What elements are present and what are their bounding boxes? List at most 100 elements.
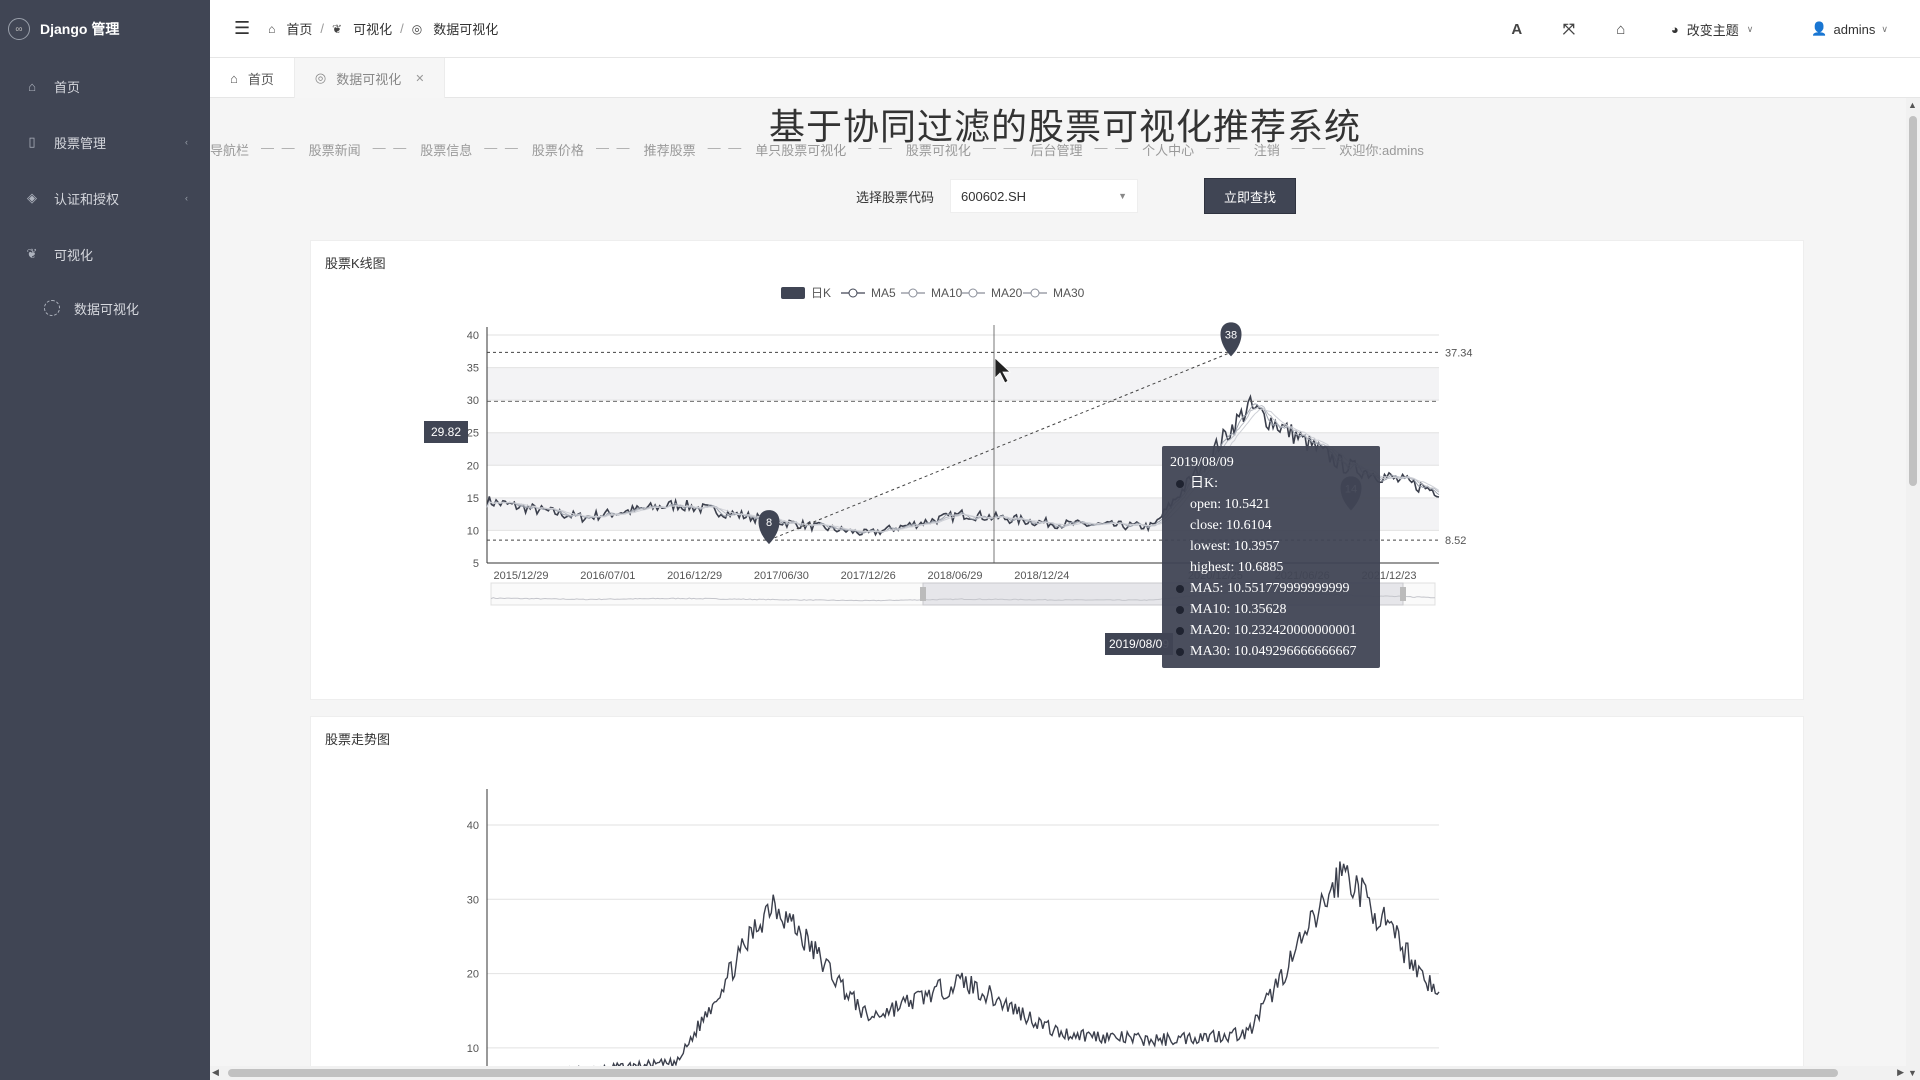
tooltip-ma5: MA5: 10.551779999999999 [1190,581,1350,596]
x-tick-label: 2017/12/26 [841,570,896,582]
nav-separator: — — [707,140,744,155]
y-tick-label: 25 [467,428,479,440]
site-nav-link[interactable]: 个人中心 [1142,140,1194,159]
home-link-icon[interactable]: ⌂ [1595,21,1647,38]
sidebar-item-label: 认证和授权 [54,191,120,207]
trend-chart[interactable]: 10 20 30 40 [311,717,1805,1068]
sidebar-item-label: 可视化 [54,247,94,263]
scroll-thumb[interactable] [1909,116,1917,486]
y-tick-label: 30 [467,395,479,407]
brand[interactable]: ∞ Django 管理 [0,0,210,58]
leaf-icon: ❦ [26,246,38,261]
sidebar-item-auth[interactable]: ◈ 认证和授权 ‹ [0,170,210,226]
circle-icon: ◎ [314,70,327,85]
user-dropdown[interactable]: 👤 admins ∨ [1811,21,1888,37]
font-size-icon[interactable]: A [1491,21,1543,38]
breadcrumb-home[interactable]: 首页 [286,19,312,38]
tooltip-row: 日K: [1170,473,1372,494]
breadcrumb-separator: / [320,21,325,36]
site-nav-link[interactable]: 单只股票可视化 [755,140,846,159]
kline-tooltip: 2019/08/09 日K: open: 10.5421 close: 10.6… [1162,446,1380,668]
legend-marker [908,288,918,298]
y-tick-label: 20 [467,969,479,981]
sidebar-item-label: 数据可视化 [74,301,140,317]
query-form: 选择股票代码 600602.SH ▼ 立即查找 [856,178,1297,214]
theme-dropdown[interactable]: ◕ 改变主题 ∨ [1671,20,1753,39]
sidebar-item-label: 股票管理 [54,135,107,151]
site-nav-link[interactable]: 推荐股票 [644,140,696,159]
tooltip-ma20: MA20: 10.232420000000001 [1190,623,1357,638]
sidebar-subitem-data-visualization[interactable]: 数据可视化 [0,282,210,334]
sidebar-item-home[interactable]: ⌂ 首页 [0,58,210,114]
site-nav-link[interactable]: 后台管理 [1030,140,1082,159]
vertical-scrollbar[interactable]: ▲ ▼ [1906,98,1920,1080]
nav-separator: — — [858,140,894,155]
palette-icon: ◕ [1670,21,1679,37]
circle-dashed-icon [44,300,60,316]
fullscreen-icon[interactable]: ⤧ [1543,21,1595,38]
tab-label: 数据可视化 [336,71,402,87]
tab-data-visualization[interactable]: ◎ 数据可视化 ✕ [294,58,446,98]
legend-label: MA10 [931,286,963,300]
scroll-left-icon[interactable]: ◀ [212,1067,219,1078]
site-nav-link[interactable]: 股票信息 [420,140,472,159]
scroll-thumb[interactable] [228,1069,1838,1077]
min-mark-label: 8 [766,517,772,529]
scroll-right-icon[interactable]: ▶ [1897,1067,1904,1078]
x-tick-label: 2018/12/24 [1014,570,1069,582]
search-button[interactable]: 立即查找 [1204,178,1297,214]
series-dot-icon [1176,647,1184,656]
tooltip-lowest: lowest: 10.3957 [1190,539,1280,554]
tooltip-ma10: MA10: 10.35628 [1190,602,1287,617]
tooltip-row: close: 10.6104 [1170,515,1372,536]
site-nav-link[interactable]: 欢迎你:admins [1339,140,1424,159]
home-icon: ⌂ [28,78,36,94]
nav-separator: — — [261,140,297,155]
scroll-down-icon[interactable]: ▼ [1908,1068,1917,1078]
menu-toggle-icon[interactable]: ☰ [234,18,250,39]
datazoom-handle-left [920,587,926,601]
y-tick-label: 40 [467,820,479,832]
series-dot-icon [1176,626,1184,635]
legend-swatch [781,287,805,299]
site-nav-link[interactable]: 导航栏 [210,140,249,159]
y-tick-label: 5 [473,558,479,570]
nav-separator: — — [595,140,632,155]
tooltip-highest: highest: 10.6885 [1190,560,1284,575]
theme-label: 改变主题 [1686,22,1739,38]
kline-chart[interactable]: 日K MA5 MA10 MA20 MA30 5 10 15 20 25 30 35 40 2015/12/… [311,241,1805,701]
scroll-up-icon[interactable]: ▲ [1908,100,1917,110]
sidebar-item-label: 首页 [54,79,81,95]
y-tick-label: 35 [467,363,479,375]
tooltip-close: close: 10.6104 [1190,518,1272,533]
breadcrumb-visualization[interactable]: 可视化 [353,19,392,38]
main-content: 基于协同过滤的股票可视化推荐系统 导航栏 — — 股票新闻 — — 股票信息 — — 股票价… [210,98,1910,1068]
sidebar-item-visualization[interactable]: ❦ 可视化 [0,226,210,282]
site-nav-link[interactable]: 注销 [1254,140,1280,159]
close-icon[interactable]: ✕ [415,72,424,85]
min-line-label: 8.52 [1445,535,1466,547]
user-icon: 👤 [1811,21,1828,36]
max-mark-label: 38 [1225,329,1237,341]
tab-home[interactable]: ⌂ 首页 [210,58,295,98]
datazoom-handle-right [1400,587,1406,601]
horizontal-scrollbar[interactable]: ◀ ▶ [210,1066,1906,1080]
sidebar: ∞ Django 管理 ⌂ 首页 ▯ 股票管理 ‹ ◈ 认证和授权 ‹ ❦ 可视… [0,0,210,1080]
y-tick-label: 30 [467,894,479,906]
nav-separator: — — [484,140,520,155]
site-nav-link[interactable]: 股票可视化 [906,140,971,159]
legend-marker [968,288,978,298]
sidebar-item-stocks[interactable]: ▯ 股票管理 ‹ [0,114,210,170]
nav-separator: — — [1291,140,1328,155]
site-nav-link[interactable]: 股票新闻 [309,140,361,159]
series-dot-icon [1176,605,1184,614]
x-tick-label: 2017/06/30 [754,570,809,582]
brand-title: Django 管理 [40,21,120,37]
site-nav-link[interactable]: 股票价格 [532,140,584,159]
site-nav: 导航栏 — — 股票新闻 — — 股票信息 — — 股票价格 — — 推荐股票 — — 单只股票可视… [210,140,1424,159]
tooltip-row: MA5: 10.551779999999999 [1170,578,1372,599]
topbar-actions: A ⤧ ⌂ ◕ 改变主题 ∨ 👤 admins ∨ [1491,0,1920,58]
breadcrumb-separator: / [400,21,404,36]
stock-code-select[interactable]: 600602.SH ▼ [950,179,1139,213]
legend-label: MA20 [991,286,1023,300]
